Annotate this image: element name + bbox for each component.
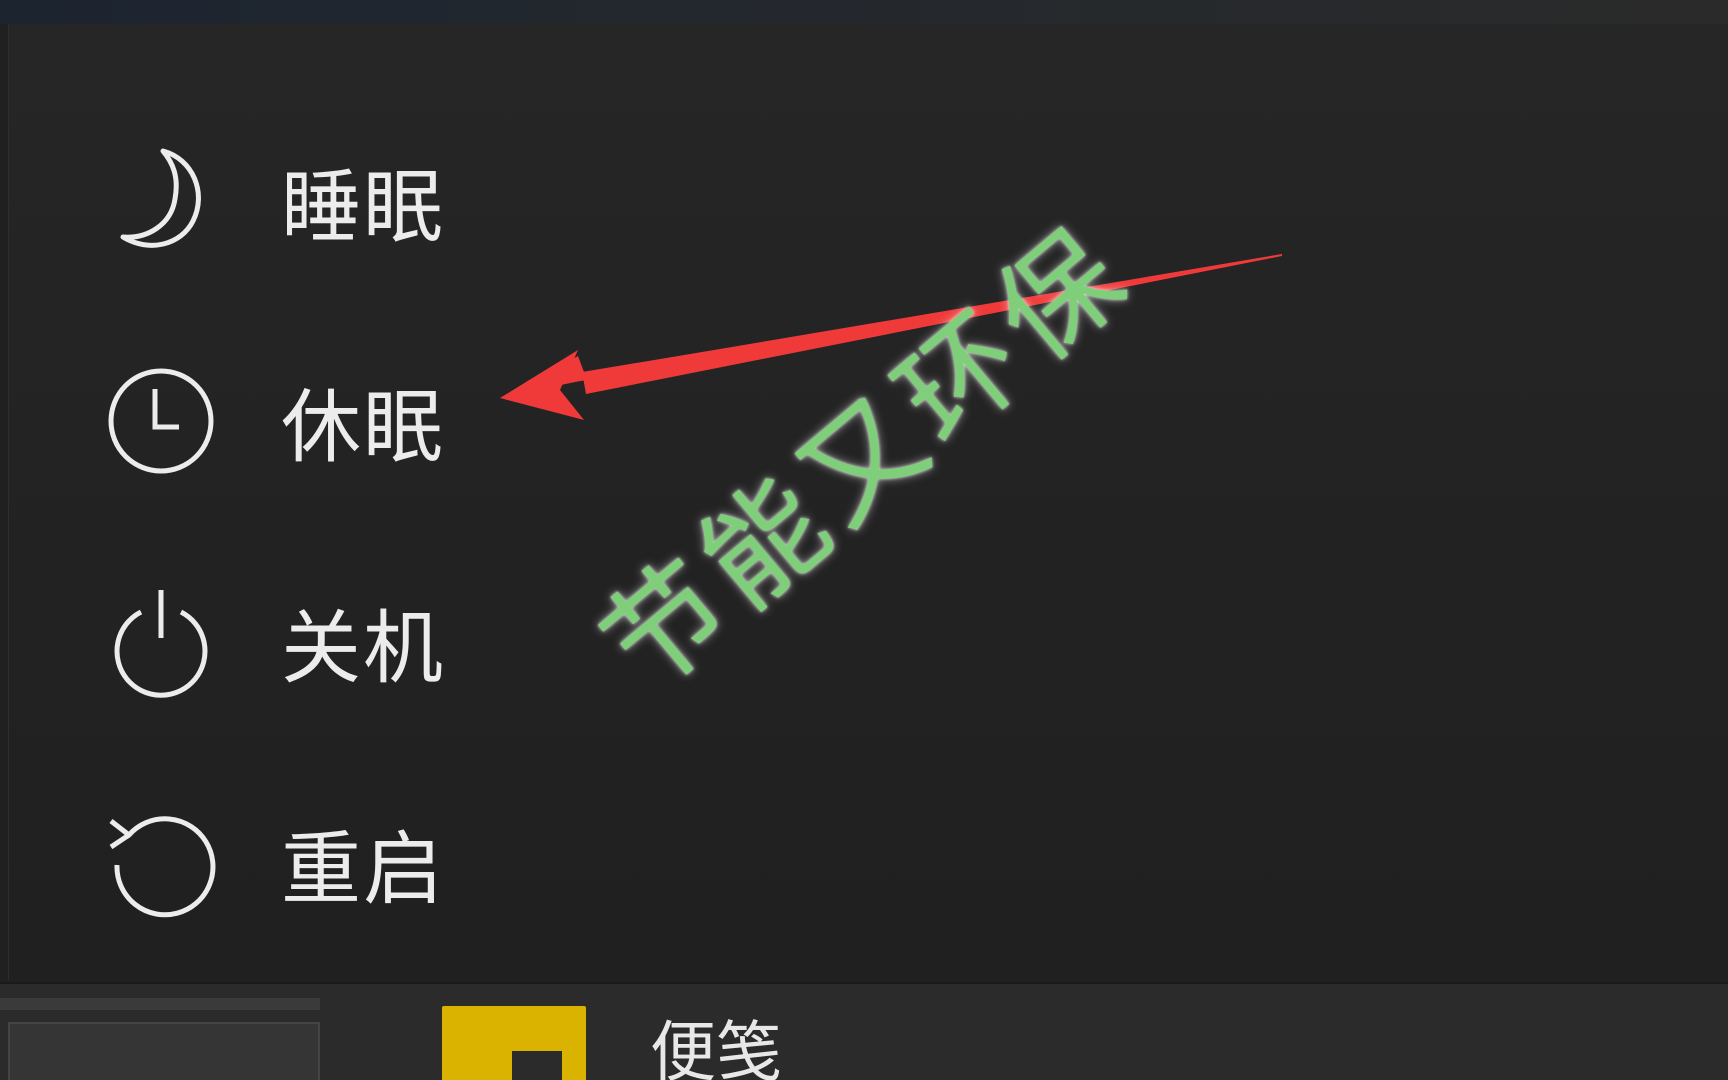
app-icon-detail (512, 1051, 562, 1080)
sidebar-button[interactable] (8, 1022, 320, 1080)
menu-item-label: 休眠 (281, 381, 445, 474)
window-top-strip (0, 0, 1728, 24)
menu-item-sleep[interactable]: 睡眠 (101, 126, 541, 276)
moon-icon (101, 141, 221, 261)
menu-item-label: 重启 (281, 823, 445, 916)
restart-icon (101, 803, 221, 923)
power-icon (101, 582, 221, 702)
menu-item-label: 睡眠 (281, 161, 445, 254)
app-label[interactable]: 便笺 (650, 1020, 782, 1080)
clock-icon (101, 361, 221, 481)
sticky-notes-app-icon[interactable] (442, 1006, 586, 1080)
screen: 睡眠 休眠 关机 重启 便笺 节能又环保 (0, 0, 1728, 1080)
menu-item-shutdown[interactable]: 关机 (101, 567, 541, 717)
menu-item-hibernate[interactable]: 休眠 (101, 346, 541, 496)
menu-item-label: 关机 (281, 602, 445, 695)
menu-item-restart[interactable]: 重启 (101, 788, 541, 938)
start-menu-apps-strip: 便笺 (0, 982, 1728, 1080)
sidebar-divider (0, 998, 320, 1010)
